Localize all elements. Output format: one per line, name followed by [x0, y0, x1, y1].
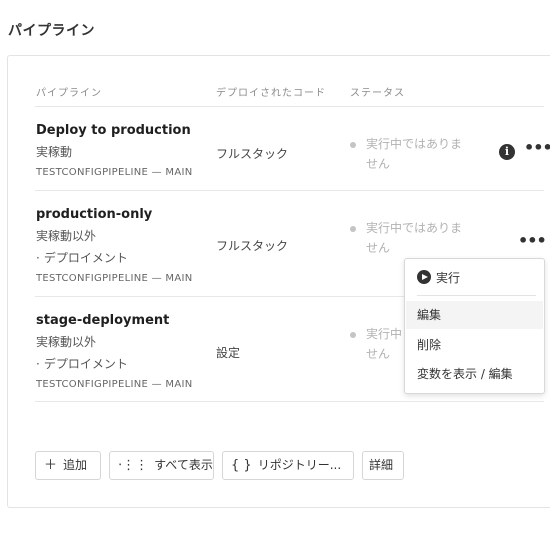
- pipeline-repo: TESTCONFIGPIPELINE — MAIN: [36, 167, 193, 178]
- pipeline-status: 実行中ではありま せん: [350, 134, 490, 174]
- menu-item-delete[interactable]: 削除: [406, 331, 543, 359]
- more-icon[interactable]: •••: [524, 140, 550, 160]
- deployed-code: フルスタック: [216, 147, 289, 161]
- pipeline-name[interactable]: Deploy to production: [36, 123, 191, 138]
- pipeline-stage: 実稼動: [36, 145, 73, 159]
- status-text: 実行中ではありま せん: [366, 221, 463, 255]
- menu-item-variables[interactable]: 変数を表示 / 編集: [406, 360, 543, 388]
- pipeline-name[interactable]: production-only: [36, 207, 152, 222]
- pipeline-stage: 実稼動以外: [36, 229, 97, 243]
- page-title: パイプライン: [8, 23, 95, 39]
- header-status: ステータス: [350, 88, 405, 99]
- pipeline-stage: 実稼動以外: [36, 335, 97, 349]
- table-row[interactable]: Deploy to production 実稼動 TESTCONFIGPIPEL…: [35, 106, 550, 190]
- braces-icon: { }: [231, 458, 252, 473]
- pipeline-repo: TESTCONFIGPIPELINE — MAIN: [36, 273, 193, 284]
- header-deployed-code: デプロイされたコード: [216, 88, 326, 99]
- context-menu: 実行 編集 削除 変数を表示 / 編集: [404, 258, 545, 394]
- pipeline-name[interactable]: stage-deployment: [36, 313, 169, 328]
- pipeline-type: · デプロイメント: [36, 357, 128, 371]
- pipeline-status: 実行中ではありま せん: [350, 218, 490, 258]
- status-text: 実行中ではありま せん: [366, 137, 463, 171]
- plus-icon: ＋: [44, 458, 58, 473]
- menu-item-edit[interactable]: 編集: [406, 301, 543, 329]
- status-dot-icon: [350, 226, 356, 232]
- pipeline-repo: TESTCONFIGPIPELINE — MAIN: [36, 379, 193, 390]
- deployed-code: フルスタック: [216, 239, 289, 253]
- menu-divider: [417, 295, 536, 296]
- pipeline-type: · デプロイメント: [36, 251, 128, 265]
- repository-button[interactable]: { } リポジトリー...: [222, 451, 354, 480]
- header-pipeline: パイプライン: [36, 88, 102, 99]
- play-icon: [417, 270, 431, 284]
- status-dot-icon: [350, 332, 356, 338]
- show-all-button[interactable]: ⋅⋮⋮ すべて表示: [109, 451, 214, 480]
- table-header: パイプライン デプロイされたコード ステータス: [8, 84, 550, 104]
- more-icon[interactable]: •••: [518, 233, 547, 253]
- details-button[interactable]: 詳細: [362, 451, 404, 480]
- add-button[interactable]: ＋追加: [35, 451, 101, 480]
- info-icon[interactable]: i: [499, 144, 515, 160]
- status-dot-icon: [350, 142, 356, 148]
- list-icon: ⋅⋮⋮: [118, 458, 149, 473]
- deployed-code: 設定: [216, 346, 241, 360]
- menu-item-run[interactable]: 実行: [417, 269, 460, 286]
